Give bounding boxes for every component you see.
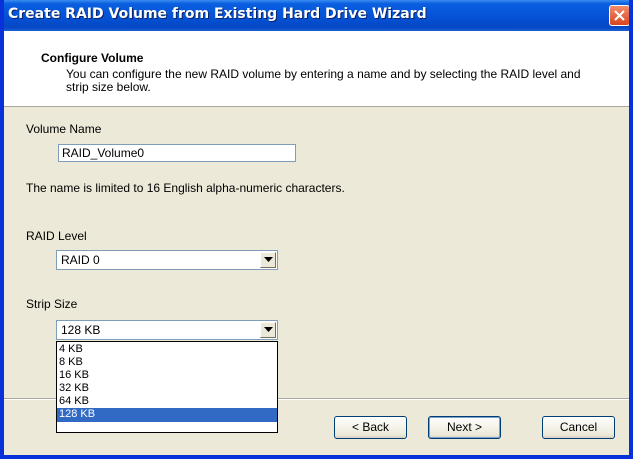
raid-level-select[interactable]: RAID 0 [56,250,278,270]
strip-size-option[interactable]: 4 KB [57,343,277,356]
strip-size-option[interactable]: 32 KB [57,382,277,395]
strip-size-label: Strip Size [26,297,78,311]
strip-size-option[interactable]: 64 KB [57,395,277,408]
chevron-down-icon [264,257,273,262]
close-icon [614,10,625,21]
wizard-window: Create RAID Volume from Existing Hard Dr… [0,0,633,459]
strip-size-option[interactable]: 8 KB [57,356,277,369]
back-button[interactable]: < Back [334,416,407,439]
strip-size-option-selected[interactable]: 128 KB [57,408,277,422]
cancel-button[interactable]: Cancel [542,416,615,439]
volume-name-hint: The name is limited to 16 English alpha-… [26,181,345,195]
raid-level-value: RAID 0 [61,253,100,267]
title-bar[interactable]: Create RAID Volume from Existing Hard Dr… [4,0,629,31]
strip-size-dropdown-button[interactable] [260,322,276,338]
raid-level-label: RAID Level [26,229,87,243]
strip-size-dropdown-list: 4 KB 8 KB 16 KB 32 KB 64 KB 128 KB [56,341,278,433]
volume-name-label: Volume Name [26,122,102,136]
volume-name-input[interactable]: RAID_Volume0 [58,144,296,162]
close-button[interactable] [609,5,629,26]
header-panel: Configure Volume You can configure the n… [4,31,629,107]
raid-level-dropdown-button[interactable] [260,252,276,268]
window-title: Create RAID Volume from Existing Hard Dr… [8,6,427,22]
strip-size-option[interactable]: 16 KB [57,369,277,382]
header-description: You can configure the new RAID volume by… [66,67,581,94]
strip-size-select[interactable]: 128 KB [56,320,278,340]
header-title: Configure Volume [41,51,144,65]
next-button[interactable]: Next > [428,416,501,439]
chevron-down-icon [264,327,273,332]
strip-size-value: 128 KB [61,323,101,337]
